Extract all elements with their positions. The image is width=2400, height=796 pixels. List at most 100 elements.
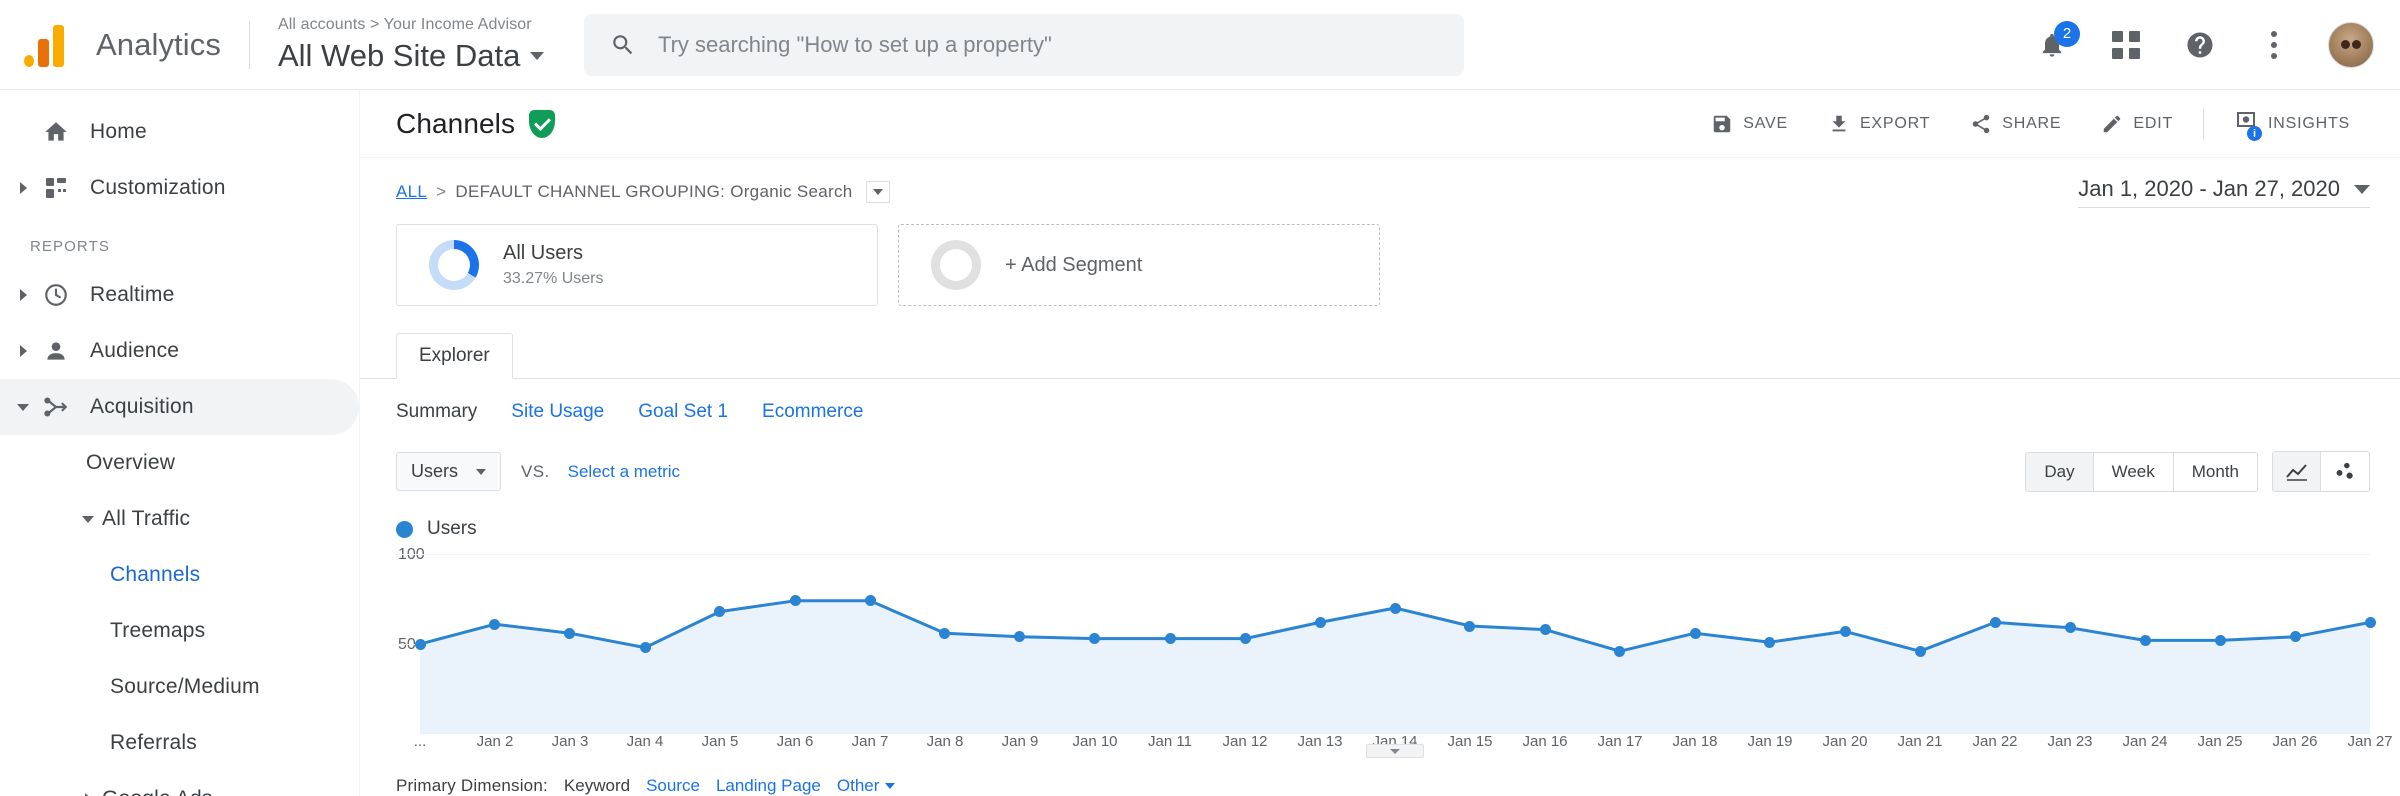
segments-row: All Users 33.27% Users + Add Segment [360,208,2400,306]
breadcrumb-dropdown-button[interactable] [865,181,890,203]
save-icon [1713,115,1731,132]
primary-dimension-other[interactable]: Other [837,776,896,796]
sidebar-item-all-traffic[interactable]: All Traffic [0,491,359,547]
breadcrumb-all-link[interactable]: ALL [396,182,427,202]
sidebar-item-label: Home [90,120,147,143]
sidebar-item-acquisition[interactable]: Acquisition [0,379,359,435]
more-options-button[interactable] [2254,25,2294,65]
chart-data-point[interactable] [2364,616,2376,628]
tab-summary[interactable]: Summary [396,401,477,423]
sidebar-item-label: Channels [110,563,201,586]
metric-select[interactable]: Users [396,452,502,491]
segment-card-all-users[interactable]: All Users 33.27% Users [396,224,878,306]
sidebar: Home Customization REPORTS Realtime Audi… [0,90,360,796]
avatar[interactable] [2328,21,2374,68]
scatter-chart-mode-button[interactable] [2321,452,2369,491]
tab-site-usage[interactable]: Site Usage [511,401,604,423]
sidebar-item-overview[interactable]: Overview [0,435,359,491]
sidebar-item-label: Audience [90,339,180,362]
sidebar-item-label: Source/Medium [110,675,260,698]
primary-dimension-keyword[interactable]: Keyword [564,776,630,796]
line-chart-icon [2285,463,2307,481]
sidebar-item-label: Customization [90,176,226,199]
help-icon [2187,32,2213,57]
help-button[interactable] [2180,25,2220,65]
property-title[interactable]: All Web Site Data [278,38,548,74]
export-button[interactable]: EXPORT [1808,101,1950,147]
chart-scroll-handle[interactable] [1366,744,1424,758]
chart-data-point[interactable] [1689,627,1701,639]
x-axis-tick: Jan 22 [1972,733,2018,751]
chart-data-point[interactable] [2139,634,2151,646]
chart-svg [420,554,2370,734]
chart-plot-area [414,554,2376,734]
sidebar-item-channels[interactable]: Channels [0,547,359,603]
primary-dimension-landing-page[interactable]: Landing Page [716,776,821,796]
insights-button[interactable]: i INSIGHTS [2214,101,2370,147]
chart-data-point[interactable] [2214,634,2226,646]
tab-explorer[interactable]: Explorer [396,333,513,379]
chart-data-point[interactable] [414,638,426,650]
chart-data-point[interactable] [1989,616,2001,628]
x-axis-tick: ... [413,733,427,751]
sidebar-item-referrals[interactable]: Referrals [0,715,359,771]
chart-data-point[interactable] [2289,631,2301,643]
chart-data-point[interactable] [639,642,651,654]
home-icon [36,119,76,145]
chart-data-point[interactable] [789,595,801,607]
sidebar-item-audience[interactable]: Audience [0,323,359,379]
notifications-button[interactable]: 2 [2032,20,2080,65]
add-segment-button[interactable]: + Add Segment [898,224,1380,306]
search-input[interactable] [657,31,1438,58]
x-axis-tick: Jan 16 [1522,733,1568,751]
chart-data-point[interactable] [1914,645,1926,657]
apps-button[interactable] [2106,25,2146,65]
share-button[interactable]: SHARE [1950,101,2081,147]
legend-color-dot [396,520,413,538]
users-line-chart[interactable]: 100 50 [396,546,2376,734]
chart-data-point[interactable] [1539,624,1551,636]
acquisition-icon [36,394,76,420]
expand-arrow-icon [10,289,36,301]
search-box[interactable] [583,13,1464,76]
sidebar-item-customization[interactable]: Customization [0,160,359,216]
line-chart-mode-button[interactable] [2273,452,2321,491]
chart-data-point[interactable] [1314,616,1326,628]
primary-dimension-source[interactable]: Source [646,776,700,796]
account-selector[interactable]: All accounts > Your Income Advisor All W… [278,16,548,74]
tab-goal-set-1[interactable]: Goal Set 1 [638,401,728,423]
x-axis-tick: Jan 13 [1297,733,1343,751]
edit-button[interactable]: EDIT [2081,101,2193,147]
insights-icon: i [2234,109,2263,141]
granularity-month[interactable]: Month [2173,452,2257,491]
sidebar-item-home[interactable]: Home [0,104,359,160]
chart-data-point[interactable] [1464,620,1476,632]
sidebar-item-source-medium[interactable]: Source/Medium [0,659,359,715]
tab-ecommerce[interactable]: Ecommerce [762,401,863,423]
sidebar-item-google-ads[interactable]: Google Ads [0,771,359,796]
chart-data-point[interactable] [1839,625,1851,637]
share-icon [1973,114,1990,133]
chart-data-point[interactable] [1164,633,1176,645]
chart-data-point[interactable] [1389,602,1401,614]
action-divider [2203,108,2205,139]
x-axis-tick: Jan 4 [626,733,664,751]
chart-data-point[interactable] [2064,622,2076,634]
chart-data-point[interactable] [864,595,876,607]
save-button[interactable]: SAVE [1691,101,1808,147]
sidebar-item-realtime[interactable]: Realtime [0,267,359,323]
analytics-app: Analytics All accounts > Your Income Adv… [0,0,2400,796]
granularity-day[interactable]: Day [2026,452,2094,491]
select-metric-link[interactable]: Select a metric [568,462,680,482]
chevron-down-icon [885,783,896,789]
x-axis-tick: Jan 11 [1148,733,1192,751]
x-axis-tick: Jan 19 [1747,733,1793,751]
sidebar-item-treemaps[interactable]: Treemaps [0,603,359,659]
property-title-label: All Web Site Data [277,37,521,73]
date-range-picker[interactable]: Jan 1, 2020 - Jan 27, 2020 [2078,176,2370,208]
granularity-week[interactable]: Week [2093,452,2174,491]
chart-data-point[interactable] [1239,633,1251,645]
breadcrumb-separator: > [436,182,447,201]
share-label: SHARE [2002,114,2062,132]
x-axis-tick: Jan 8 [926,733,964,751]
